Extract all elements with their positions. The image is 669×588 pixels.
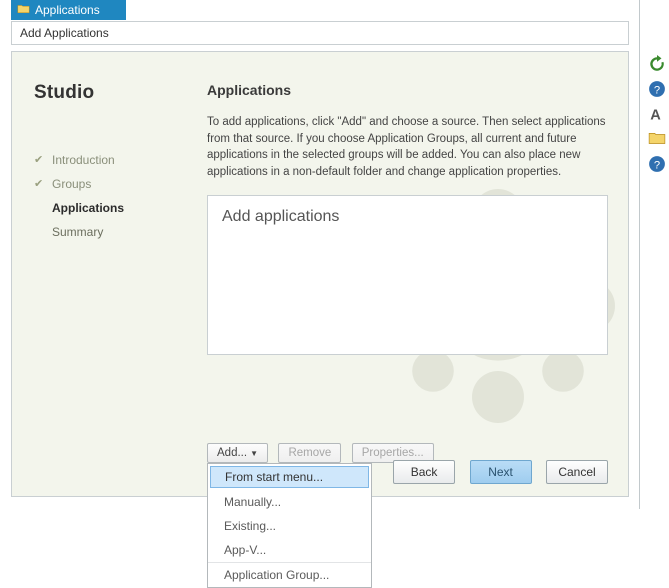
- step-summary[interactable]: Summary: [34, 220, 184, 244]
- right-icon-strip: ? A ?: [645, 48, 669, 180]
- add-button-label: Add...: [217, 447, 247, 459]
- next-button[interactable]: Next: [470, 460, 532, 484]
- panel: Studio ✔ Introduction ✔ Groups Applicati…: [11, 51, 629, 497]
- content-area: Applications To add applications, click …: [207, 82, 608, 438]
- add-button[interactable]: Add...▼: [207, 443, 268, 463]
- step-introduction[interactable]: ✔ Introduction: [34, 148, 184, 172]
- help-icon[interactable]: ?: [648, 155, 666, 173]
- page-description: To add applications, click "Add" and cho…: [207, 114, 608, 181]
- check-icon: ✔: [34, 177, 43, 190]
- listbox-placeholder: Add applications: [222, 208, 593, 226]
- menu-item-label: From start menu...: [225, 470, 323, 484]
- menu-existing[interactable]: Existing...: [208, 514, 371, 538]
- applications-listbox[interactable]: Add applications: [207, 195, 608, 355]
- tab-applications[interactable]: Applications: [11, 0, 126, 20]
- menu-item-label: Manually...: [224, 495, 281, 509]
- folder-icon[interactable]: [648, 130, 666, 148]
- next-button-label: Next: [488, 465, 513, 479]
- help-icon[interactable]: ?: [648, 80, 666, 98]
- sidebar: Studio ✔ Introduction ✔ Groups Applicati…: [34, 82, 184, 244]
- svg-text:?: ?: [654, 85, 660, 97]
- refresh-icon[interactable]: [648, 55, 666, 73]
- step-applications[interactable]: Applications: [34, 196, 184, 220]
- cancel-button[interactable]: Cancel: [546, 460, 608, 484]
- page-heading: Applications: [207, 82, 608, 98]
- svg-text:A: A: [650, 108, 661, 123]
- menu-item-label: Application Group...: [224, 568, 329, 582]
- window-title-text: Add Applications: [20, 26, 109, 40]
- dialog-root: Applications Add Applications Studio ✔ I…: [0, 0, 640, 509]
- tab-bar: Applications: [11, 0, 126, 20]
- cancel-button-label: Cancel: [558, 465, 595, 479]
- step-label: Summary: [52, 225, 103, 239]
- caret-down-icon: ▼: [250, 449, 258, 458]
- brand: Studio: [34, 82, 184, 104]
- menu-from-start-menu[interactable]: From start menu...: [210, 466, 369, 488]
- window-title: Add Applications: [11, 21, 629, 45]
- menu-manually[interactable]: Manually...: [208, 490, 371, 514]
- menu-item-label: Existing...: [224, 519, 276, 533]
- remove-button: Remove: [278, 443, 341, 463]
- tab-label: Applications: [35, 3, 100, 17]
- step-groups[interactable]: ✔ Groups: [34, 172, 184, 196]
- folder-icon: [17, 3, 30, 14]
- menu-item-label: App-V...: [224, 543, 266, 557]
- menu-application-group[interactable]: Application Group...: [208, 562, 371, 587]
- remove-button-label: Remove: [288, 447, 331, 459]
- back-button[interactable]: Back: [393, 460, 455, 484]
- step-label: Introduction: [52, 153, 115, 167]
- back-button-label: Back: [411, 465, 438, 479]
- step-label: Groups: [52, 177, 91, 191]
- properties-button-label: Properties...: [362, 447, 424, 459]
- add-dropdown-menu: From start menu... Manually... Existing.…: [207, 463, 372, 588]
- svg-text:?: ?: [654, 160, 660, 172]
- step-label: Applications: [52, 201, 124, 215]
- menu-app-v[interactable]: App-V...: [208, 538, 371, 562]
- footer-buttons: Back Next Cancel: [383, 460, 608, 484]
- letter-a-icon[interactable]: A: [648, 105, 666, 123]
- check-icon: ✔: [34, 153, 43, 166]
